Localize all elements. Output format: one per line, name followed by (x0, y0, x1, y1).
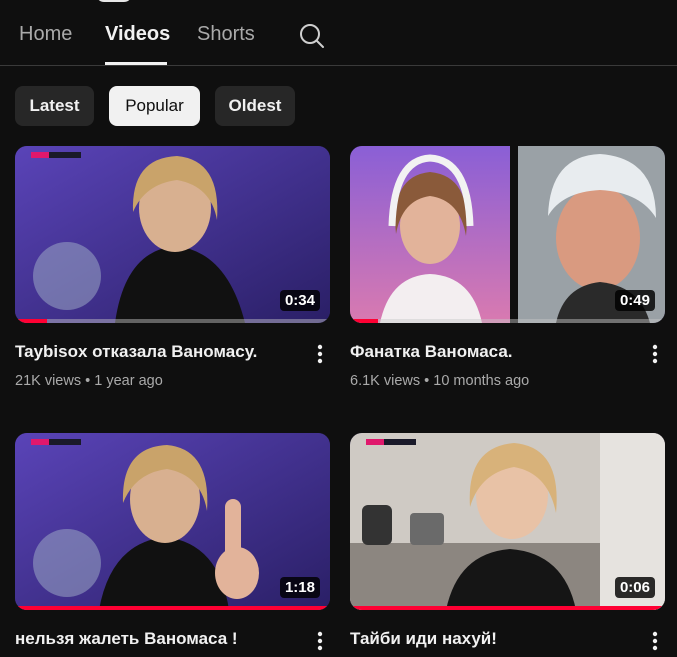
video-title[interactable]: Taybisox отказала Ваномасу. (15, 342, 305, 362)
video-thumbnail[interactable]: 0:49 (350, 146, 665, 323)
avatar-edge (96, 0, 132, 2)
upload-age: 1 year ago (94, 373, 163, 389)
more-vert-icon[interactable] (645, 629, 665, 653)
meta-separator: • (85, 373, 95, 389)
upload-age: 10 months ago (433, 373, 530, 389)
video-thumbnail[interactable]: 1:18 (15, 433, 330, 610)
view-count: 6.1K views (350, 373, 421, 389)
more-vert-icon[interactable] (310, 342, 330, 366)
channel-tabs: Home Videos Shorts (0, 0, 677, 66)
video-metadata: 6.1K views • 10 months ago (350, 373, 529, 389)
video-card: 0:49 Фанатка Ваномаса. 6.1K views • 10 m… (350, 146, 665, 389)
watch-progress-fill (15, 319, 47, 323)
video-title[interactable]: Тайби иди нахуй! (350, 629, 640, 649)
video-duration: 0:06 (614, 577, 655, 598)
more-vert-icon[interactable] (310, 629, 330, 653)
channel-videos-page: Home Videos Shorts Latest Popular Oldest (0, 0, 677, 657)
tab-videos[interactable]: Videos (105, 23, 170, 46)
more-vert-icon[interactable] (645, 342, 665, 366)
video-thumbnail[interactable]: 0:06 (350, 433, 665, 610)
chip-popular[interactable]: Popular (109, 86, 200, 126)
view-count: 21K views (15, 373, 82, 389)
watch-progress-fill (15, 606, 330, 610)
video-card: 0:34 Taybisox отказала Ваномасу. 21K vie… (15, 146, 330, 389)
watch-progress (15, 606, 330, 610)
active-tab-indicator (105, 62, 167, 65)
video-duration: 0:34 (279, 290, 320, 311)
video-metadata: 21K views • 1 year ago (15, 373, 163, 389)
chip-latest[interactable]: Latest (15, 86, 94, 126)
video-title[interactable]: нельзя жалеть Ваномаса ! (15, 629, 305, 649)
video-title[interactable]: Фанатка Ваномаса. (350, 342, 640, 362)
watch-progress-fill (350, 319, 379, 323)
video-duration: 0:49 (614, 290, 655, 311)
video-duration: 1:18 (279, 577, 320, 598)
chip-oldest[interactable]: Oldest (215, 86, 295, 126)
watch-progress-fill (350, 606, 665, 610)
video-card: 1:18 нельзя жалеть Ваномаса ! (15, 433, 330, 651)
video-thumbnail[interactable]: 0:34 (15, 146, 330, 323)
watch-progress (350, 606, 665, 610)
meta-separator: • (424, 373, 434, 389)
tab-home[interactable]: Home (19, 23, 72, 46)
tab-shorts[interactable]: Shorts (197, 23, 255, 46)
watch-progress (15, 319, 330, 323)
search-icon[interactable] (296, 20, 328, 52)
video-card: 0:06 Тайби иди нахуй! (350, 433, 665, 651)
watch-progress (350, 319, 665, 323)
